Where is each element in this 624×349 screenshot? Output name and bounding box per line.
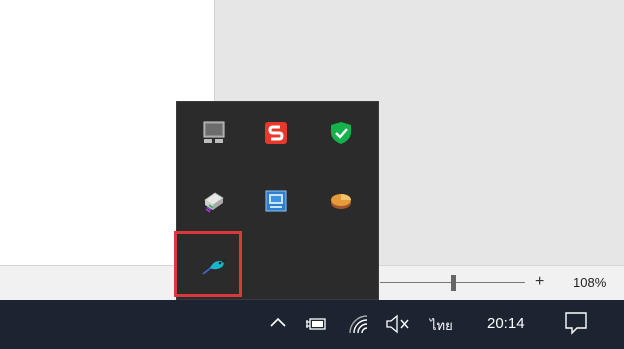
shield-check-icon[interactable]	[328, 120, 354, 146]
pie-icon[interactable]	[328, 188, 354, 214]
notification-icon[interactable]	[563, 310, 589, 336]
battery-charging-icon[interactable]	[305, 316, 327, 332]
zoom-level[interactable]: 108%	[573, 275, 606, 290]
zoom-in-button[interactable]: +	[535, 273, 544, 291]
monitor-icon[interactable]	[201, 120, 227, 146]
clock[interactable]: 20:14	[487, 315, 525, 332]
chevron-up-icon[interactable]	[268, 313, 288, 333]
printer-icon[interactable]	[201, 188, 227, 214]
taskbar: ไทย 20:14	[0, 300, 624, 349]
network-app-icon[interactable]	[263, 188, 289, 214]
language-indicator[interactable]: ไทย	[430, 315, 453, 336]
volume-muted-icon[interactable]	[385, 314, 411, 334]
highlight-box	[174, 231, 242, 297]
sejda-s-icon[interactable]	[263, 120, 289, 146]
zoom-slider-thumb[interactable]	[451, 275, 456, 291]
wifi-icon[interactable]	[347, 313, 369, 335]
